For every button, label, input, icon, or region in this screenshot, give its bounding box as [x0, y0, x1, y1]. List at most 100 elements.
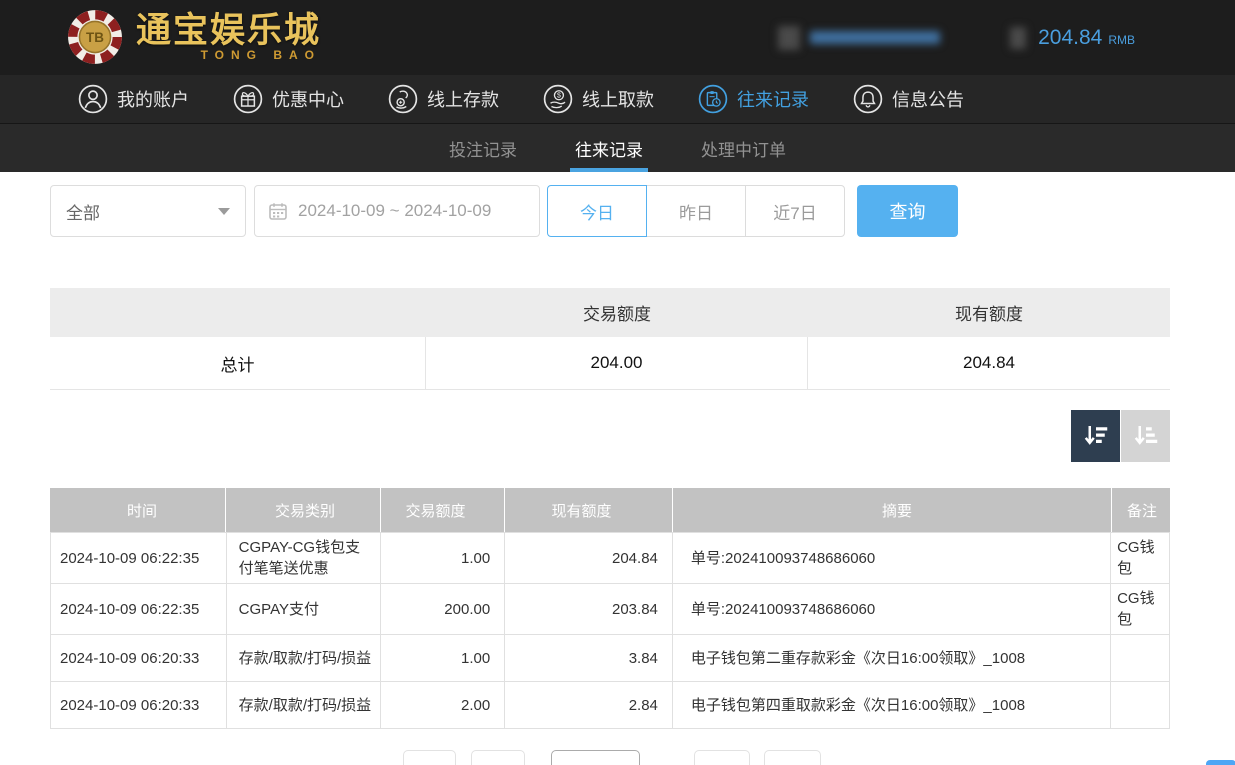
svg-text:$: $ [557, 93, 561, 100]
nav-label: 线上取款 [582, 86, 654, 112]
cell-amount: 1.00 [381, 533, 505, 583]
username-redacted-text [810, 31, 940, 44]
page: TB 通宝娱乐城 TONG BAO 204.84 RMB [0, 0, 1235, 765]
type-select[interactable]: 全部 [50, 185, 246, 237]
floating-widget[interactable] [1206, 760, 1235, 765]
yesterday-button[interactable]: 昨日 [646, 185, 746, 237]
cell-summary: 单号:202410093748686060 [673, 533, 1111, 583]
top-header: TB 通宝娱乐城 TONG BAO 204.84 RMB [0, 0, 1235, 75]
tab-label: 往来记录 [575, 136, 643, 161]
bell-icon [853, 84, 883, 114]
tab-processing-orders[interactable]: 处理中订单 [696, 124, 791, 172]
nav-item-transaction-records[interactable]: 往来记录 [698, 84, 809, 114]
balance-display[interactable]: 204.84 RMB [1010, 26, 1135, 50]
nav-label: 往来记录 [737, 86, 809, 112]
type-select-value: 全部 [66, 199, 100, 224]
username-blurred[interactable] [778, 26, 940, 50]
nav-label: 优惠中心 [272, 86, 344, 112]
cell-type: CGPAY支付 [227, 584, 382, 634]
table-row: 2024-10-09 06:22:35 CGPAY-CG钱包支付笔笔送优惠 1.… [50, 532, 1170, 583]
cell-summary: 单号:202410093748686060 [673, 584, 1111, 634]
chip-monogram: TB [86, 30, 104, 45]
summary-transaction-total: 204.00 [426, 337, 808, 389]
cell-summary: 电子钱包第二重存款彩金《次日16:00领取》_1008 [673, 635, 1111, 681]
quick-date-buttons: 今日 昨日 近7日 [547, 185, 845, 237]
nav-item-my-account[interactable]: 我的账户 [78, 84, 189, 114]
cell-time: 2024-10-09 06:20:33 [51, 635, 227, 681]
pagination-first-button[interactable] [403, 750, 456, 765]
header-time: 时间 [50, 488, 226, 532]
nav-item-online-deposit[interactable]: 线上存款 [388, 84, 499, 114]
deposit-hand-coin-icon [388, 84, 418, 114]
cell-remark: CG钱包 [1111, 533, 1169, 583]
main-nav: 我的账户 优惠中心 线上存款 [0, 75, 1235, 123]
sort-ascending-button[interactable] [1121, 410, 1170, 462]
header-amount: 交易额度 [381, 488, 505, 532]
nav-item-online-withdrawal[interactable]: $ 线上取款 [543, 84, 654, 114]
summary-table: 交易额度 现有额度 总计 204.00 204.84 [50, 288, 1170, 390]
summary-header-row: 交易额度 现有额度 [50, 288, 1170, 337]
last7days-button[interactable]: 近7日 [745, 185, 845, 237]
cell-amount: 1.00 [381, 635, 505, 681]
cell-balance: 3.84 [505, 635, 673, 681]
pagination-prev-button[interactable] [471, 750, 525, 765]
cell-amount: 200.00 [381, 584, 505, 634]
header-type: 交易类别 [226, 488, 381, 532]
nav-item-promotions[interactable]: 优惠中心 [233, 84, 344, 114]
sort-descending-button[interactable] [1071, 410, 1120, 462]
date-range-picker[interactable]: 2024-10-09 ~ 2024-10-09 [254, 185, 540, 237]
sort-ascending-icon [1131, 421, 1161, 451]
sort-controls [1071, 410, 1170, 462]
header-balance: 现有额度 [505, 488, 673, 532]
brand-text: 通宝娱乐城 TONG BAO [136, 12, 321, 62]
gift-icon [233, 84, 263, 114]
summary-total-row: 总计 204.00 204.84 [50, 337, 1170, 390]
sort-descending-icon [1081, 421, 1111, 451]
balance-amount: 204.84 [1038, 26, 1102, 50]
nav-item-announcements[interactable]: 信息公告 [853, 84, 964, 114]
cell-balance: 204.84 [505, 533, 673, 583]
today-button[interactable]: 今日 [547, 185, 647, 237]
pagination-next-button[interactable] [694, 750, 750, 765]
pagination-page-input[interactable] [551, 750, 640, 765]
records-header-row: 时间 交易类别 交易额度 现有额度 摘要 备注 [50, 488, 1170, 532]
table-row: 2024-10-09 06:20:33 存款/取款/打码/损益 2.00 2.8… [50, 681, 1170, 728]
cell-type: CGPAY-CG钱包支付笔笔送优惠 [227, 533, 382, 583]
poker-chip-icon: TB [66, 8, 124, 66]
records-table: 时间 交易类别 交易额度 现有额度 摘要 备注 2024-10-09 06:22… [50, 488, 1170, 729]
nav-label: 线上存款 [427, 86, 499, 112]
user-avatar-icon [778, 26, 800, 50]
tab-transaction-records[interactable]: 往来记录 [570, 124, 648, 172]
cell-balance: 2.84 [505, 682, 673, 728]
table-row: 2024-10-09 06:20:33 存款/取款/打码/损益 1.00 3.8… [50, 634, 1170, 681]
tab-betting-records[interactable]: 投注记录 [444, 124, 522, 172]
cell-amount: 2.00 [381, 682, 505, 728]
cell-balance: 203.84 [505, 584, 673, 634]
pagination-last-button[interactable] [764, 750, 821, 765]
cell-time: 2024-10-09 06:22:35 [51, 533, 227, 583]
summary-total-label: 总计 [50, 337, 426, 389]
brand-name-en: TONG BAO [136, 48, 321, 62]
record-tabs-bar: 投注记录 往来记录 处理中订单 [0, 123, 1235, 172]
header-remark: 备注 [1112, 488, 1170, 532]
cell-remark [1111, 635, 1169, 681]
account-area: 204.84 RMB [778, 0, 1235, 75]
cell-type: 存款/取款/打码/损益 [227, 635, 382, 681]
cell-time: 2024-10-09 06:20:33 [51, 682, 227, 728]
header-summary: 摘要 [673, 488, 1112, 532]
cell-type: 存款/取款/打码/损益 [227, 682, 382, 728]
brand-name-cn: 通宝娱乐城 [136, 12, 321, 50]
calendar-icon [268, 201, 288, 221]
cell-summary: 电子钱包第四重取款彩金《次日16:00领取》_1008 [673, 682, 1111, 728]
brand-logo[interactable]: TB 通宝娱乐城 TONG BAO [66, 8, 321, 66]
table-row: 2024-10-09 06:22:35 CGPAY支付 200.00 203.8… [50, 583, 1170, 634]
date-range-value: 2024-10-09 ~ 2024-10-09 [298, 201, 491, 221]
query-button[interactable]: 查询 [857, 185, 958, 237]
cell-time: 2024-10-09 06:22:35 [51, 584, 227, 634]
content: 全部 2024-10-09 ~ 2024-10-09 今日 [0, 172, 1235, 765]
balance-currency: RMB [1108, 33, 1135, 47]
records-clipboard-icon [698, 84, 728, 114]
tab-label: 处理中订单 [701, 136, 786, 161]
summary-header-balance: 现有额度 [808, 300, 1170, 325]
summary-header-transaction: 交易额度 [426, 300, 808, 325]
